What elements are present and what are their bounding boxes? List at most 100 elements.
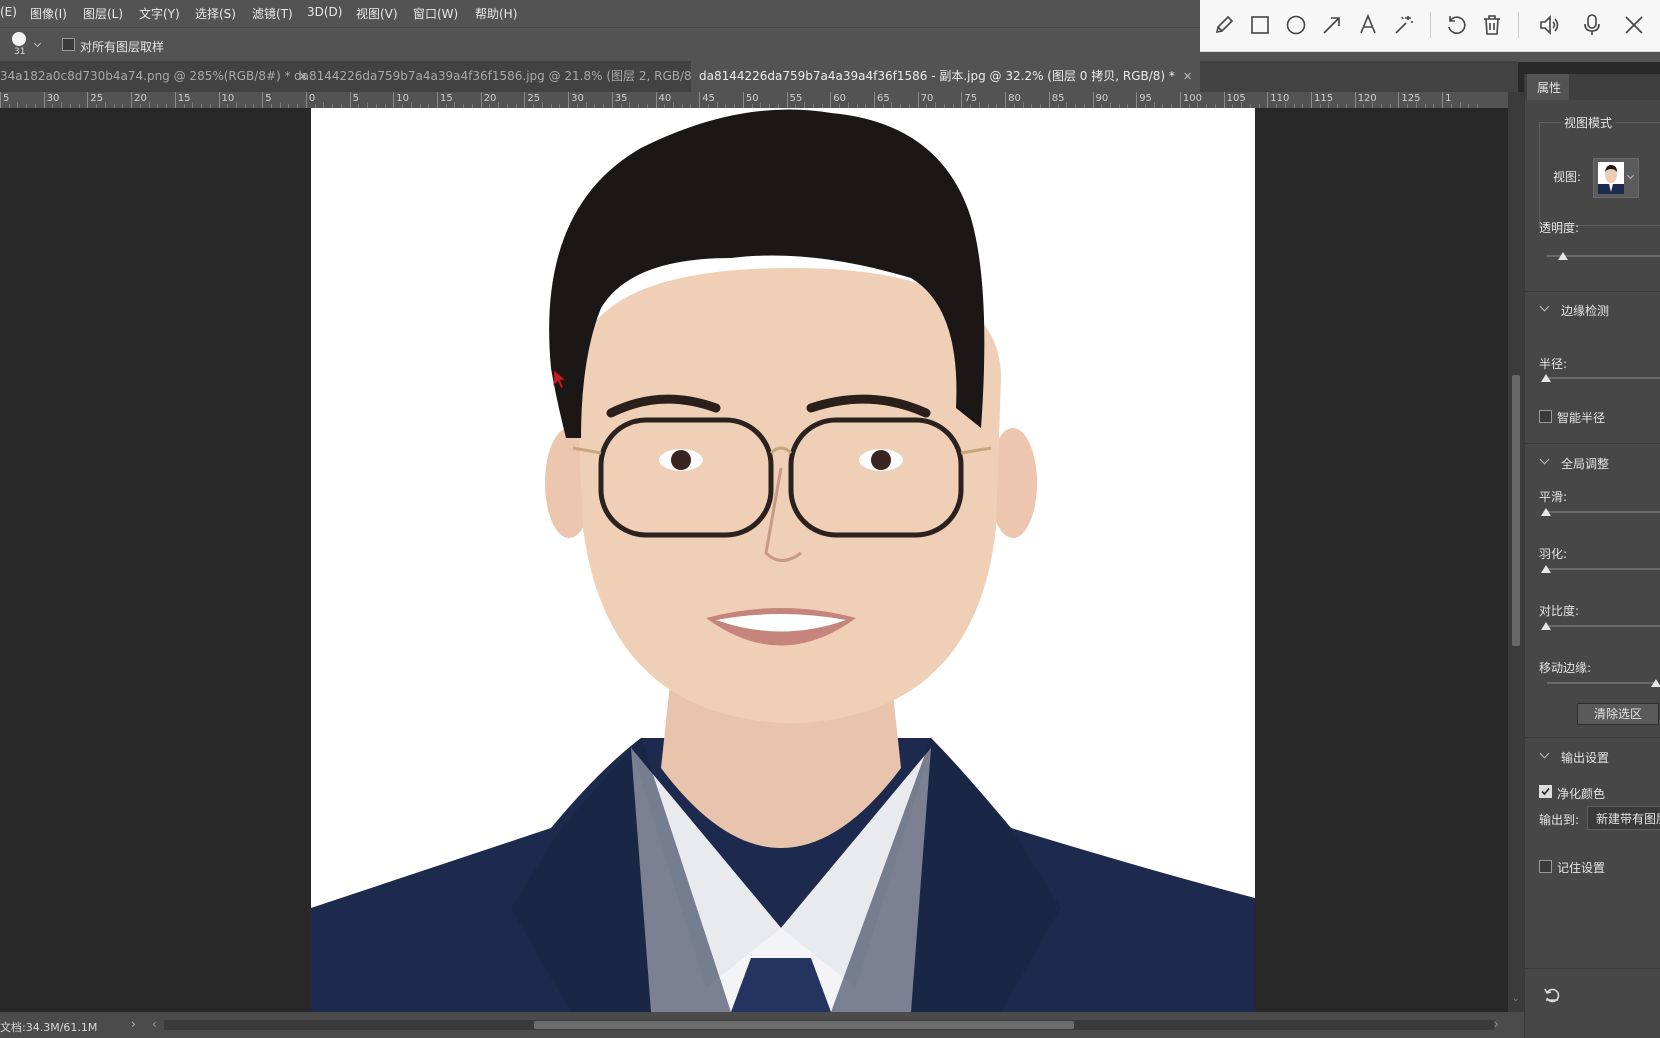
smart-radius-label: 智能半径 (1557, 411, 1606, 425)
magic-wand-icon[interactable] (1392, 13, 1416, 37)
undo-icon[interactable] (1444, 13, 1468, 37)
radius-slider-track[interactable] (1547, 377, 1660, 379)
horizontal-scrollbar[interactable] (164, 1020, 1494, 1030)
document-canvas[interactable] (311, 108, 1255, 1012)
global-adjust-title[interactable]: 全局调整 (1561, 455, 1609, 472)
opacity-slider-thumb[interactable] (1557, 252, 1568, 260)
view-mode-dropdown[interactable] (1593, 158, 1639, 198)
ruler-tick (480, 92, 482, 108)
edge-detection-title[interactable]: 边缘检测 (1561, 302, 1609, 319)
smart-radius-checkbox[interactable] (1539, 410, 1552, 423)
shift-edge-slider-track[interactable] (1547, 682, 1657, 684)
shift-edge-slider-thumb[interactable] (1651, 679, 1660, 687)
menu-window[interactable]: 窗口(W) (413, 5, 458, 22)
ruler-label: 5 (265, 93, 272, 104)
ruler-label: 100 (1182, 93, 1202, 104)
chevron-down-icon[interactable] (1539, 301, 1550, 312)
menu-select[interactable]: 选择(S) (195, 5, 236, 22)
arrow-icon[interactable] (1320, 13, 1344, 37)
menu-image[interactable]: 图像(I) (30, 5, 67, 22)
ruler-tick (43, 92, 45, 108)
remember-settings-checkbox[interactable] (1539, 860, 1552, 873)
cursor-icon (553, 369, 567, 392)
output-to-select[interactable]: 新建带有图层 (1587, 806, 1660, 830)
horizontal-scroll-thumb[interactable] (534, 1021, 1074, 1029)
pencil-icon[interactable] (1212, 13, 1236, 37)
chevron-down-icon[interactable] (1539, 454, 1550, 465)
ruler-label: 115 (1314, 93, 1334, 104)
smooth-slider-thumb[interactable] (1541, 508, 1551, 516)
scroll-left-icon[interactable]: ‹ (152, 1017, 157, 1031)
view-thumbnail-icon (1598, 162, 1624, 194)
menu-3d[interactable]: 3D(D) (307, 5, 342, 19)
horizontal-ruler: 5 30 25 20 15 10 5 0 5 10 15 20 25 30 35 40 45 50 55 60 65 70… (0, 92, 1510, 109)
ruler-label: 60 (833, 93, 847, 104)
view-mode-title: 视图模式 (1561, 114, 1616, 131)
scroll-down-icon[interactable]: ⌄ (1512, 994, 1520, 1004)
contrast-slider-thumb[interactable] (1541, 622, 1551, 630)
ruler-tick (437, 92, 438, 108)
ruler-label: 35 (614, 93, 628, 104)
reset-icon[interactable] (1543, 986, 1561, 1004)
contrast-label: 对比度: (1539, 604, 1580, 618)
vertical-scrollbar[interactable]: ⌄ (1508, 92, 1524, 1012)
brush-size-value: 31 (14, 47, 26, 57)
ruler-tick (1267, 92, 1269, 108)
vertical-scroll-thumb[interactable] (1512, 375, 1520, 646)
ruler-label: 45 (702, 93, 715, 104)
microphone-icon[interactable] (1580, 13, 1604, 37)
radius-slider-thumb[interactable] (1541, 374, 1551, 382)
brush-dropdown-icon[interactable] (33, 39, 42, 48)
scroll-right-icon[interactable]: › (1494, 1017, 1499, 1031)
brush-preview-icon[interactable] (12, 32, 26, 46)
feather-slider-track[interactable] (1547, 568, 1660, 570)
ruler-label: 10 (396, 93, 410, 104)
ruler-tick (1442, 92, 1444, 108)
sample-all-layers-label: 对所有图层取样 (80, 40, 165, 54)
decontaminate-colors-checkbox[interactable] (1539, 785, 1552, 798)
menu-filter[interactable]: 滤镜(T) (252, 5, 293, 22)
speaker-icon[interactable] (1538, 13, 1562, 37)
checkmark-icon (1541, 787, 1550, 796)
ruler-tick (961, 92, 963, 108)
contrast-slider-track[interactable] (1547, 625, 1660, 627)
ruler-tick (218, 92, 220, 108)
ruler-tick (1092, 92, 1094, 108)
tab-label: da8144226da759b7a4a39a4f36f1586.jpg @ 21… (294, 69, 707, 83)
close-icon[interactable]: ✕ (1183, 70, 1192, 83)
smooth-label: 平滑: (1539, 490, 1568, 504)
ruler-tick (1354, 92, 1356, 108)
tab-document-1[interactable]: 34a182a0c8d730b4a74.png @ 285%(RGB/8#) *… (0, 61, 316, 92)
text-icon[interactable] (1356, 13, 1380, 37)
output-settings-title[interactable]: 输出设置 (1561, 749, 1609, 766)
smooth-slider-track[interactable] (1547, 511, 1660, 513)
tab-document-2[interactable]: da8144226da759b7a4a39a4f36f1586.jpg @ 21… (286, 61, 731, 92)
ruler-tick (131, 92, 133, 108)
ruler-tick (830, 92, 832, 108)
status-menu-icon[interactable]: › (131, 1017, 136, 1031)
clear-selection-button[interactable]: 清除选区 (1577, 703, 1659, 725)
menu-type[interactable]: 文字(Y) (139, 5, 180, 22)
chevron-down-icon[interactable] (1539, 748, 1550, 759)
ruler-label: 30 (46, 93, 60, 104)
ruler-tick (87, 92, 89, 108)
close-icon[interactable] (1622, 13, 1646, 37)
panel-tab-properties[interactable]: 属性 (1527, 74, 1569, 100)
menu-help[interactable]: 帮助(H) (475, 5, 517, 22)
portrait-photo (311, 109, 1255, 1012)
menu-edit[interactable]: (E) (0, 5, 17, 19)
feather-slider-thumb[interactable] (1541, 565, 1551, 573)
menu-layer[interactable]: 图层(L) (83, 5, 123, 22)
tab-document-3-active[interactable]: da8144226da759b7a4a39a4f36f1586 - 副本.jpg… (691, 61, 1201, 92)
rectangle-icon[interactable] (1248, 13, 1272, 37)
sample-all-layers-checkbox[interactable] (62, 38, 75, 51)
ruler-tick (1136, 92, 1138, 108)
feather-label: 羽化: (1539, 547, 1568, 561)
ruler-tick (742, 92, 744, 108)
ruler-tick (0, 92, 1, 108)
ruler-label: 105 (1226, 93, 1246, 104)
annotation-toolbar (1200, 0, 1660, 52)
trash-icon[interactable] (1480, 13, 1504, 37)
menu-view[interactable]: 视图(V) (356, 5, 398, 22)
circle-icon[interactable] (1284, 13, 1308, 37)
